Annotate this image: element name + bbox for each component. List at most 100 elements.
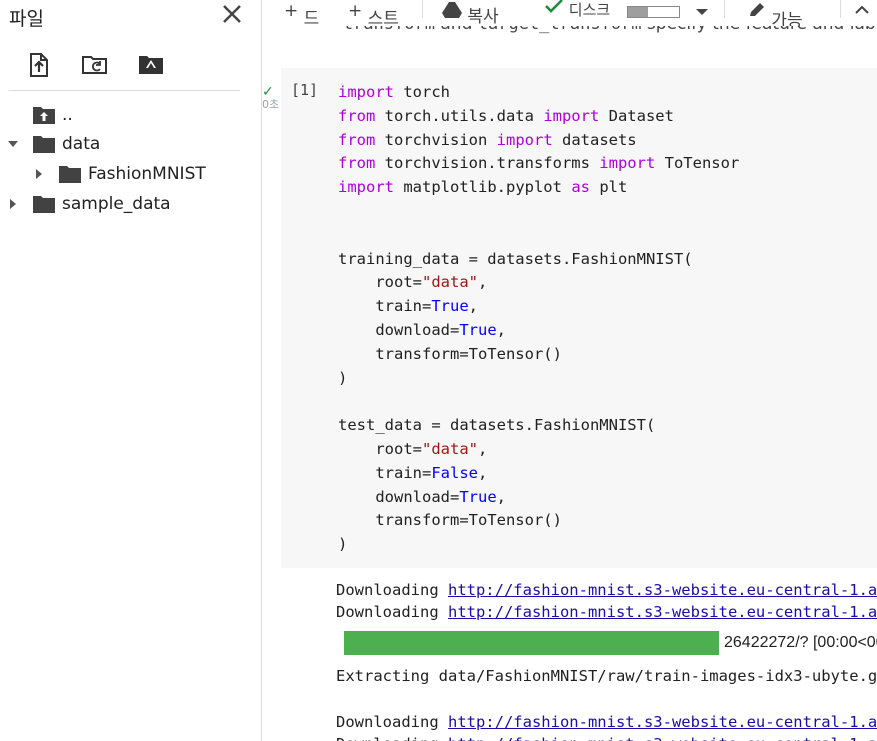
code-line: from torchvision.transforms import ToTen… — [338, 152, 739, 176]
code-token: import — [496, 130, 553, 149]
code-token: transform=ToTensor() — [338, 511, 562, 530]
code-token: training_data = datasets.FashionMNIST( — [338, 249, 693, 268]
tree-item-parent[interactable]: .. — [32, 100, 73, 130]
caret-down-icon[interactable] — [696, 2, 708, 21]
execution-count: [1] — [291, 81, 319, 99]
code-line: test_data = datasets.FashionMNIST( — [338, 414, 739, 438]
code-token: from — [338, 154, 376, 173]
notebook-toolbar: + 드 + 스트 복사 디스크 가능 — [262, 0, 877, 26]
progress-text: 26422272/? [00:00<00:00, 54001718.64it/s… — [724, 634, 877, 651]
close-icon[interactable] — [220, 2, 244, 26]
code-editor[interactable]: import torch from torch.utils.data import… — [338, 81, 739, 557]
code-token: , — [478, 273, 488, 292]
code-token: import — [338, 83, 394, 101]
run-time: 0초 — [262, 98, 280, 111]
code-line: root="data", — [338, 438, 739, 462]
download-link[interactable]: http://fashion-mnist.s3-website.eu-centr… — [448, 603, 877, 621]
code-token: train= — [338, 463, 432, 482]
disk-usage-fill — [628, 7, 649, 17]
tree-item-sample-data[interactable]: sample_data — [8, 189, 171, 219]
download-link[interactable]: http://fashion-mnist.s3-website.eu-centr… — [448, 735, 877, 741]
code-token: torch — [394, 83, 450, 101]
code-line: from torchvision import datasets — [338, 129, 739, 153]
add-text-button[interactable]: + 스트 — [348, 0, 399, 26]
chevron-up-icon[interactable] — [854, 0, 870, 19]
toolbar-separator — [422, 0, 423, 18]
code-token: torchvision.transforms — [375, 154, 600, 173]
copy-to-drive-button[interactable]: 복사 — [442, 0, 499, 26]
caret-right-icon[interactable] — [8, 199, 18, 209]
code-token: download= — [338, 320, 460, 339]
code-line: import torch — [338, 81, 739, 105]
code-line: train=True, — [338, 295, 739, 319]
code-token: True — [459, 320, 497, 339]
code-token: Dataset — [599, 106, 674, 125]
code-token: root= — [338, 439, 422, 458]
output-line: Downloading http://fashion-mnist.s3-webs… — [336, 601, 877, 623]
caret-down-icon[interactable] — [8, 139, 18, 149]
upload-file-icon[interactable] — [26, 52, 52, 78]
code-token: , — [478, 463, 488, 482]
refresh-folder-icon[interactable] — [81, 52, 107, 78]
code-line: transform=ToTensor() — [338, 343, 739, 367]
code-token: "data" — [422, 273, 478, 292]
disk-status[interactable]: 디스크 — [544, 0, 610, 19]
output-line: Downloading http://fashion-mnist.s3-webs… — [336, 733, 877, 741]
pencil-icon — [748, 3, 771, 23]
code-token: False — [431, 463, 478, 482]
download-link[interactable]: http://fashion-mnist.s3-website.eu-centr… — [448, 713, 877, 731]
code-token: transform=ToTensor() — [338, 344, 562, 363]
disk-usage-bar — [627, 6, 680, 18]
plus-icon: + — [348, 1, 363, 21]
code-token: , — [468, 297, 478, 316]
code-token: , — [496, 487, 506, 506]
folder-icon — [58, 164, 82, 184]
code-line: ) — [338, 367, 739, 391]
file-panel: 파일 .. data FashionMNIST sample_data — [0, 0, 262, 741]
code-token: datasets — [552, 130, 637, 149]
folder-icon — [32, 134, 56, 154]
check-icon — [544, 0, 569, 18]
tree-item-data[interactable]: data — [8, 129, 100, 159]
edit-button[interactable]: 가능 — [748, 0, 803, 26]
toolbar-separator — [840, 0, 841, 18]
code-token: download= — [338, 487, 460, 506]
panel-title: 파일 — [9, 8, 44, 30]
code-token: root= — [338, 273, 422, 292]
download-link[interactable]: http://fashion-mnist.s3-website.eu-centr… — [448, 581, 877, 599]
tree-item-label: FashionMNIST — [88, 164, 206, 184]
code-token: as — [571, 178, 590, 197]
code-line: ) — [338, 533, 739, 557]
code-line: root="data", — [338, 271, 739, 295]
code-token: import — [599, 154, 656, 173]
code-token: from — [338, 130, 376, 149]
code-token: torchvision — [375, 130, 497, 149]
code-token: test_data = datasets.FashionMNIST( — [338, 416, 656, 435]
progress-fill — [344, 631, 719, 655]
code-token: ToTensor — [655, 154, 740, 173]
tree-item-label: data — [62, 134, 101, 154]
code-token: True — [459, 487, 497, 506]
code-token: import — [543, 106, 600, 125]
code-line: training_data = datasets.FashionMNIST( — [338, 248, 739, 272]
mount-drive-icon[interactable] — [137, 52, 163, 78]
folder-up-icon — [32, 105, 56, 125]
code-token: import — [338, 178, 394, 197]
caret-right-icon[interactable] — [34, 169, 44, 179]
code-line: import matplotlib.pyplot as plt — [338, 176, 739, 200]
code-token: train= — [338, 297, 432, 316]
code-token: ) — [338, 535, 348, 554]
drive-icon — [442, 2, 467, 23]
code-token: "data" — [422, 439, 478, 458]
code-token: , — [496, 320, 506, 339]
tree-item-label: sample_data — [62, 194, 171, 214]
output-line: Downloading http://fashion-mnist.s3-webs… — [336, 579, 877, 601]
code-line: from torch.utils.data import Dataset — [338, 105, 739, 129]
tree-item-fashionmnist[interactable]: FashionMNIST — [34, 159, 206, 189]
add-code-button[interactable]: + 드 — [284, 0, 319, 26]
progress-row: 26422272/? [00:00<00:00, 54001718.64it/s… — [344, 631, 877, 655]
code-line: transform=ToTensor() — [338, 509, 739, 533]
tree-item-label: .. — [62, 105, 73, 125]
